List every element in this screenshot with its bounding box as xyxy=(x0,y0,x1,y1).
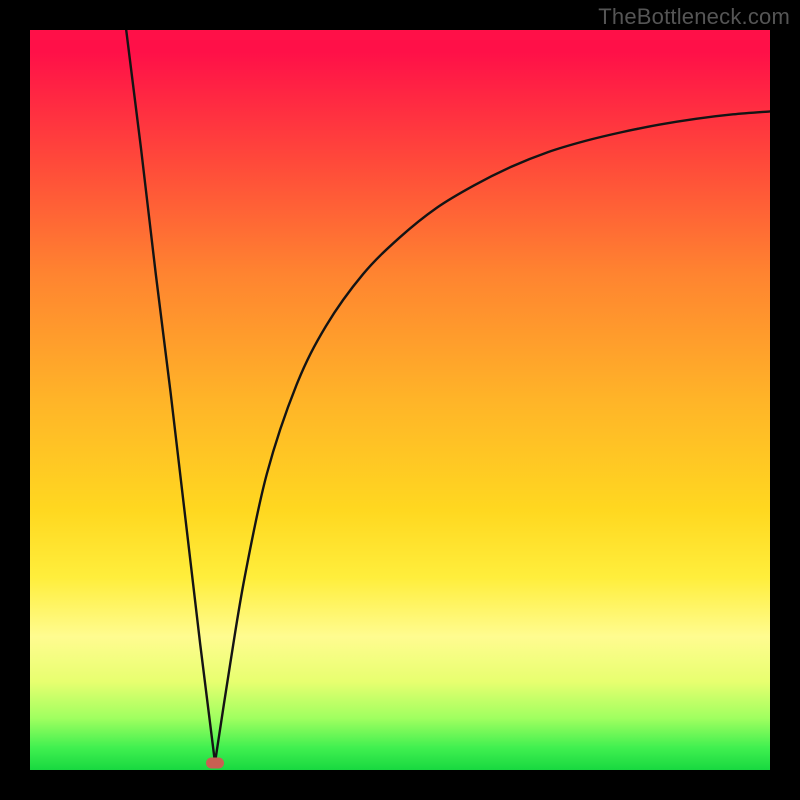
chart-plot-area xyxy=(30,30,770,770)
vertex-marker xyxy=(206,757,224,768)
bottleneck-curve xyxy=(30,30,770,770)
watermark-text: TheBottleneck.com xyxy=(598,4,790,30)
